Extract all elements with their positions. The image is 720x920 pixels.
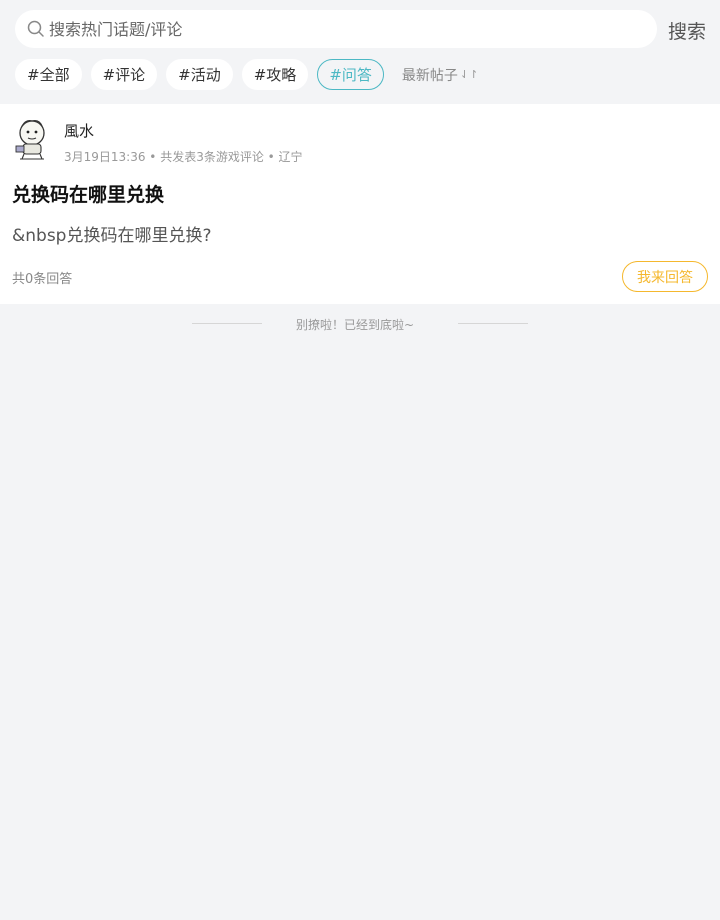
avatar[interactable]	[12, 116, 52, 160]
tag-guides[interactable]: #攻略	[241, 59, 309, 90]
tag-events[interactable]: #活动	[166, 59, 233, 90]
end-of-list-text: 别撩啦！已经到底啦~	[296, 318, 415, 332]
tag-qa[interactable]: #问答	[317, 59, 384, 90]
search-button[interactable]: 搜索	[668, 17, 706, 44]
answer-button[interactable]: 我来回答	[622, 261, 708, 292]
end-divider-left	[192, 323, 262, 324]
search-icon	[27, 20, 44, 37]
sort-arrows-icon: ⇃↾	[459, 68, 479, 81]
end-divider-right	[458, 323, 528, 324]
search-input[interactable]	[49, 19, 629, 39]
sort-dropdown[interactable]: 最新帖子 ⇃↾	[402, 65, 478, 85]
top-bar: 搜索 #全部 #评论 #活动 #攻略 #问答 最新帖子 ⇃↾	[0, 0, 720, 104]
post-title[interactable]: 兑换码在哪里兑换	[12, 180, 164, 207]
tag-filter-bar: #全部 #评论 #活动 #攻略 #问答 最新帖子 ⇃↾	[15, 59, 478, 90]
author-name[interactable]: 風水	[64, 120, 94, 141]
sort-label: 最新帖子	[401, 67, 458, 84]
tag-all[interactable]: #全部	[15, 59, 82, 90]
post-body[interactable]: &nbsp兑换码在哪里兑换?	[12, 221, 212, 246]
search-box[interactable]	[15, 10, 657, 48]
tag-reviews[interactable]: #评论	[90, 59, 158, 90]
post-meta: 3月19日13:36 • 共发表3条游戏评论 • 辽宁	[64, 150, 303, 164]
answers-count: 共0条回答	[12, 272, 73, 287]
